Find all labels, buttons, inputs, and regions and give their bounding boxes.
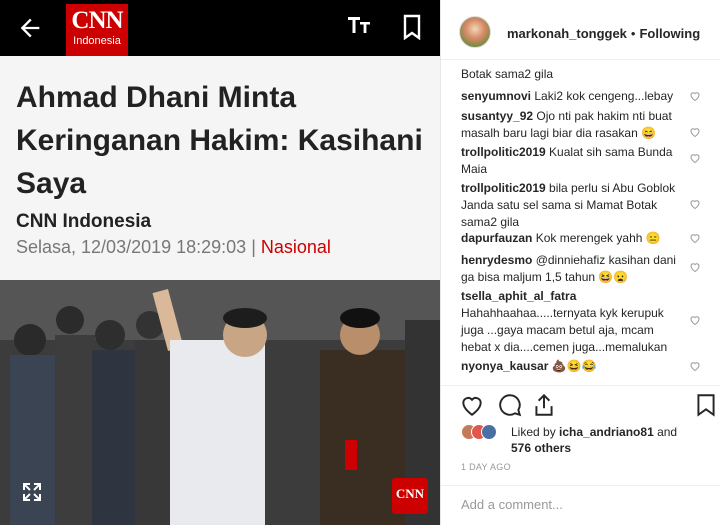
comment-icon[interactable] (497, 392, 523, 418)
heart-icon[interactable] (689, 198, 701, 210)
liked-by-prefix: Liked by (511, 425, 560, 439)
comment-user[interactable]: tsella_aphit_al_fatra (461, 289, 576, 303)
cnn-top-bar: CNN Indonesia (0, 0, 440, 56)
article-category[interactable]: Nasional (261, 237, 331, 257)
comment-text: Kok merengek yahh 😑 (535, 231, 661, 245)
post-actions-bar (441, 385, 720, 427)
heart-icon[interactable] (689, 152, 701, 164)
news-photo: CNN (0, 280, 440, 525)
article-date: Selasa, 12/03/2019 18:29:03 (16, 237, 247, 257)
comments-list[interactable]: Botak sama2 gila senyumnovi Laki2 kok ce… (441, 62, 720, 384)
liked-by-count[interactable]: 576 others (511, 441, 571, 455)
comment-user[interactable]: trollpolitic2019 (461, 181, 546, 195)
comment-item: nyonya_kausar 💩😆😂 (461, 358, 686, 375)
article-headline: Ahmad Dhani Minta Keringanan Hakim: Kasi… (16, 81, 423, 200)
liked-by-text: Liked by icha_andriano81 and 576 others (511, 424, 711, 456)
comment-user[interactable]: dapurfauzan (461, 231, 532, 245)
comment-user[interactable]: senyumnovi (461, 89, 531, 103)
heart-icon[interactable] (689, 90, 701, 102)
comment-item: tsella_aphit_al_fatra Hahahhaahaa.....ter… (461, 288, 686, 356)
comment-item: susantyy_92 Ojo nti pak hakim nti buat m… (461, 108, 686, 142)
post-header: markonah_tonggek • Following (441, 0, 720, 60)
back-arrow-icon[interactable] (16, 14, 44, 42)
instagram-sidebar: markonah_tonggek • Following Botak sama2 g… (440, 0, 720, 525)
avatar[interactable] (459, 16, 491, 48)
article-panel: CNN Indonesia Ahmad Dhani Minta Keringan… (0, 0, 440, 525)
heart-icon[interactable] (689, 261, 701, 273)
post-timestamp[interactable]: 1 DAY AGO (461, 462, 511, 472)
logo-sub-text: Indonesia (73, 35, 121, 47)
cnn-watermark-badge: CNN (392, 478, 428, 514)
comment-item: henrydesmo @dinniehafiz kasihan dani ga … (461, 252, 686, 286)
comment-text: Hahahhaahaa.....ternyata kyk kerupuk jug… (461, 306, 668, 354)
text-size-icon[interactable] (346, 12, 372, 42)
meta-separator: | (246, 237, 261, 257)
comment-user[interactable]: henrydesmo (461, 253, 532, 267)
avatar[interactable] (481, 424, 497, 440)
heart-icon[interactable] (689, 126, 701, 138)
username-text[interactable]: markonah_tonggek (507, 26, 627, 41)
crowd-photo-illustration (0, 280, 440, 525)
comment-text: Laki2 kok cengeng...lebay (534, 89, 674, 103)
comment-text: 💩😆😂 (551, 359, 597, 373)
dot-separator: • (630, 26, 636, 41)
heart-icon[interactable] (689, 314, 701, 326)
comment-user[interactable]: susantyy_92 (461, 109, 533, 123)
comment-item: Botak sama2 gila (461, 66, 686, 83)
add-comment-input[interactable] (461, 497, 701, 512)
bookmark-icon[interactable] (402, 14, 422, 40)
expand-icon[interactable] (20, 480, 44, 504)
comment-item: dapurfauzan Kok merengek yahh 😑 (461, 230, 686, 247)
add-comment-bar (441, 485, 720, 525)
liker-avatars (461, 424, 509, 440)
like-heart-icon[interactable] (459, 392, 485, 418)
share-icon[interactable] (531, 392, 557, 418)
comment-item: senyumnovi Laki2 kok cengeng...lebay (461, 88, 686, 105)
comment-user[interactable]: nyonya_kausar (461, 359, 548, 373)
save-bookmark-icon[interactable] (693, 392, 719, 418)
liked-by-user[interactable]: icha_andriano81 (559, 425, 654, 439)
heart-icon[interactable] (689, 360, 701, 372)
liked-by-and: and (653, 425, 678, 439)
logo-main-text: CNN (71, 7, 123, 34)
comment-item: trollpolitic2019 bila perlu si Abu Goblo… (461, 180, 686, 231)
comment-item: trollpolitic2019 Kualat sih sama Bunda M… (461, 144, 686, 178)
article-meta: Selasa, 12/03/2019 18:29:03 | Nasional (16, 237, 331, 258)
cnn-logo[interactable]: CNN Indonesia (66, 4, 128, 56)
comment-text: Botak sama2 gila (461, 67, 554, 81)
post-username[interactable]: markonah_tonggek • Following (507, 26, 700, 41)
comment-user[interactable]: trollpolitic2019 (461, 145, 546, 159)
following-button[interactable]: Following (639, 26, 700, 41)
article-source: CNN Indonesia (16, 211, 152, 232)
heart-icon[interactable] (689, 232, 701, 244)
